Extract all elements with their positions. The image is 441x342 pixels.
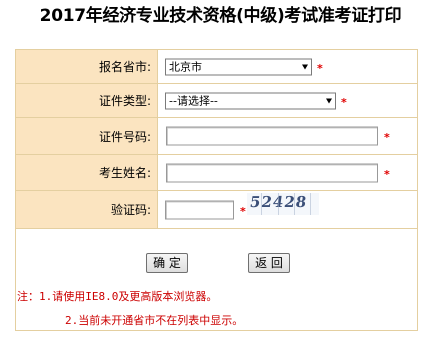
note-line-1: 注：1.请使用IE8.0及更高版本浏览器。 [17,290,218,303]
id-type-select-value: --请选择-- [169,94,218,107]
id-number-row: 证件号码: * [16,118,417,155]
id-type-row: 证件类型: --请选择-- * [16,84,417,118]
captcha-image[interactable]: 52428 [247,193,319,215]
required-mark: * [341,95,347,109]
id-type-select[interactable]: --请选择-- [165,92,336,109]
back-button[interactable]: 返 回 [248,253,290,273]
province-select[interactable]: 北京市 [165,58,312,75]
province-row: 报名省市: 北京市 * [16,50,417,84]
id-number-input[interactable] [166,126,378,146]
name-label: 考生姓名: [16,155,158,190]
note-line-2: 2.当前未开通省市不在列表中显示。 [65,314,244,327]
captcha-row: 验证码: * [16,191,417,229]
chevron-down-icon [302,64,308,69]
required-mark: * [384,130,390,144]
confirm-button[interactable]: 确 定 [146,253,188,273]
page-title: 2017年经济专业技术资格(中级)考试准考证打印 [39,6,402,26]
province-label: 报名省市: [16,50,158,83]
required-mark: * [240,204,246,218]
province-select-value: 北京市 [169,60,202,73]
chevron-down-icon [326,98,332,103]
id-number-label: 证件号码: [16,118,158,154]
id-type-label: 证件类型: [16,84,158,117]
name-row: 考生姓名: * [16,155,417,191]
required-mark: * [384,167,390,181]
captcha-label: 验证码: [16,191,158,228]
captcha-input[interactable] [165,200,234,219]
required-mark: * [317,61,323,75]
name-input[interactable] [166,163,378,182]
